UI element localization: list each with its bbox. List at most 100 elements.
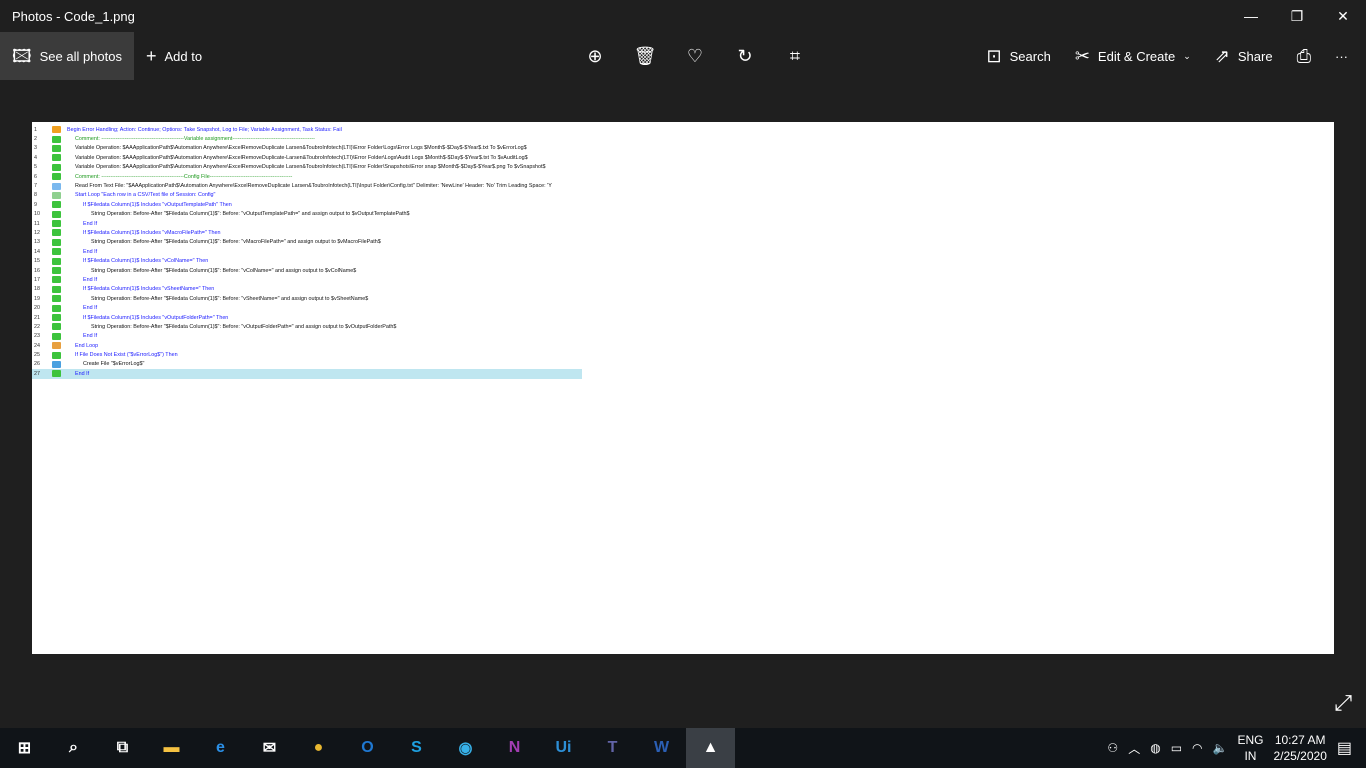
line-number: 22 xyxy=(34,323,40,330)
time: 10:27 AM xyxy=(1274,733,1326,747)
maximize-button[interactable]: ❐ xyxy=(1274,0,1320,32)
code-line: 26 Create File "$vErrorLog$" xyxy=(32,360,582,369)
code-text: String Operation: Before-After "$Filedat… xyxy=(91,211,410,218)
network-icon[interactable]: ◍ xyxy=(1150,741,1160,755)
command-icon xyxy=(52,229,61,237)
code-text: End If xyxy=(83,220,98,227)
taskbar-outlook-icon[interactable]: O xyxy=(343,728,392,768)
code-text: End If xyxy=(83,248,98,255)
code-text: If $Filedata Column(1)$ Includes "vSheet… xyxy=(83,286,215,293)
line-number: 25 xyxy=(34,352,40,359)
edit-create-button[interactable]: ✂ Edit & Create ⌄ xyxy=(1063,32,1203,80)
share-label: Share xyxy=(1237,48,1273,64)
taskbar-file-explorer-icon[interactable]: ▬ xyxy=(147,728,196,768)
notifications-icon[interactable]: ▤ xyxy=(1337,738,1352,758)
command-icon xyxy=(52,173,61,181)
more-button[interactable]: ··· xyxy=(1323,32,1366,80)
volume-icon[interactable]: 🔈 xyxy=(1213,741,1228,755)
line-number: 3 xyxy=(34,145,37,152)
line-number: 8 xyxy=(34,192,37,199)
code-text: Comment: -------------------------------… xyxy=(75,173,293,180)
command-icon xyxy=(52,314,61,321)
code-line: 2 Comment: ------------------------------… xyxy=(32,134,582,143)
code-line: 20 End If xyxy=(32,303,582,312)
delete-icon[interactable]: 🗑 xyxy=(620,46,670,67)
code-text: String Operation: Before-After "$Filedat… xyxy=(91,239,381,246)
line-number: 18 xyxy=(34,286,40,293)
close-button[interactable]: ✕ xyxy=(1320,0,1366,32)
line-number: 12 xyxy=(34,229,40,236)
favorite-icon[interactable]: ♡ xyxy=(670,46,720,67)
code-text: End If xyxy=(83,276,98,283)
code-text: Create File "$vErrorLog$" xyxy=(83,361,145,368)
taskbar-start-icon[interactable]: ⊞ xyxy=(0,728,49,768)
crop-icon[interactable]: ⌗ xyxy=(770,46,820,67)
see-all-photos-button[interactable]: 🖾 See all photos xyxy=(0,32,134,80)
command-icon xyxy=(52,370,61,378)
minimize-button[interactable]: — xyxy=(1228,0,1274,32)
rotate-icon[interactable]: ↻ xyxy=(720,46,770,67)
image-viewer: 1 Begin Error Handling; Action: Continue;… xyxy=(32,122,1334,654)
code-text: String Operation: Before-After "$Filedat… xyxy=(91,323,397,330)
taskbar-onenote-icon[interactable]: N xyxy=(490,728,539,768)
taskbar-mail-icon[interactable]: ✉ xyxy=(245,728,294,768)
line-number: 1 xyxy=(34,126,37,133)
edit-create-label: Edit & Create xyxy=(1097,48,1176,64)
taskbar-chrome-icon[interactable]: ● xyxy=(294,728,343,768)
command-icon xyxy=(52,182,61,190)
code-text: Variable Operation: $AAApplicationPath$\… xyxy=(75,164,546,171)
expand-icon[interactable]: ⤢ xyxy=(1334,690,1352,716)
code-text: If File Does Not Exist ("$vErrorLog$") T… xyxy=(75,352,178,359)
window-title: Photos - Code_1.png xyxy=(12,8,135,24)
taskbar-uipath-icon[interactable]: Ui xyxy=(539,728,588,768)
code-line: 14 End If xyxy=(32,247,582,256)
command-icon xyxy=(52,220,61,228)
zoom-icon[interactable]: ⊕ xyxy=(570,46,620,67)
code-text: If $Filedata Column(1)$ Includes "vOutpu… xyxy=(83,201,232,208)
taskbar-edge-icon[interactable]: e xyxy=(196,728,245,768)
command-icon xyxy=(52,210,61,218)
code-text: Begin Error Handling; Action: Continue; … xyxy=(67,126,342,133)
line-number: 20 xyxy=(34,305,40,312)
taskbar-browser-icon[interactable]: ◉ xyxy=(441,728,490,768)
code-text: Start Loop "Each row in a CSV/Text file … xyxy=(75,192,216,199)
taskbar-search-icon[interactable]: ⌕ xyxy=(49,728,98,768)
taskbar-task-view-icon[interactable]: ⧉ xyxy=(98,728,147,768)
command-icon xyxy=(52,267,61,275)
code-text: End If xyxy=(83,333,98,340)
code-text: End Loop xyxy=(75,342,99,349)
wifi-icon[interactable]: ◠ xyxy=(1192,741,1202,755)
command-icon xyxy=(52,248,61,256)
taskbar: ⊞ ⌕ ⧉ ▬ e ✉ ● O S ◉ N Ui T W ▲ ⚇ ︿ ◍ ▭ ◠ 🔈 ENG IN 10:27… xyxy=(0,728,1366,768)
line-number: 9 xyxy=(34,201,37,208)
print-icon: ⎙ xyxy=(1296,46,1311,66)
code-text: If $Filedata Column(1)$ Includes "vColNa… xyxy=(83,258,209,265)
line-number: 4 xyxy=(34,154,37,161)
search-label: Search xyxy=(1009,48,1051,64)
chevron-down-icon: ⌄ xyxy=(1183,50,1191,61)
taskbar-word-icon[interactable]: W xyxy=(637,728,686,768)
add-to-button[interactable]: + Add to xyxy=(134,32,214,80)
region: IN xyxy=(1244,749,1257,763)
photo-icon: 🖾 xyxy=(12,46,32,66)
taskbar-teams-icon[interactable]: T xyxy=(588,728,637,768)
show-hidden-icon[interactable]: ︿ xyxy=(1128,740,1140,757)
language-indicator[interactable]: ENG IN xyxy=(1237,732,1263,764)
line-number: 7 xyxy=(34,183,37,190)
code-text: String Operation: Before-After "$Filedat… xyxy=(91,295,369,302)
people-icon[interactable]: ⚇ xyxy=(1107,741,1118,755)
print-button[interactable]: ⎙ xyxy=(1285,32,1323,80)
code-line: 27 End If xyxy=(32,369,582,379)
taskbar-photos-icon[interactable]: ▲ xyxy=(686,728,735,768)
share-button[interactable]: ⇗ Share xyxy=(1203,32,1285,80)
title-bar: Photos - Code_1.png xyxy=(0,0,1366,32)
command-icon xyxy=(52,342,61,350)
battery-icon[interactable]: ▭ xyxy=(1171,741,1182,755)
command-icon xyxy=(52,295,61,303)
system-tray: ⚇ ︿ ◍ ▭ ◠ 🔈 ENG IN 10:27 AM 2/25/2020 ▤ xyxy=(1107,728,1366,768)
search-button[interactable]: ⊡ Search xyxy=(975,32,1063,80)
taskbar-skype-icon[interactable]: S xyxy=(392,728,441,768)
command-icon xyxy=(52,351,61,359)
clock[interactable]: 10:27 AM 2/25/2020 xyxy=(1273,732,1326,764)
line-number: 16 xyxy=(34,267,40,274)
